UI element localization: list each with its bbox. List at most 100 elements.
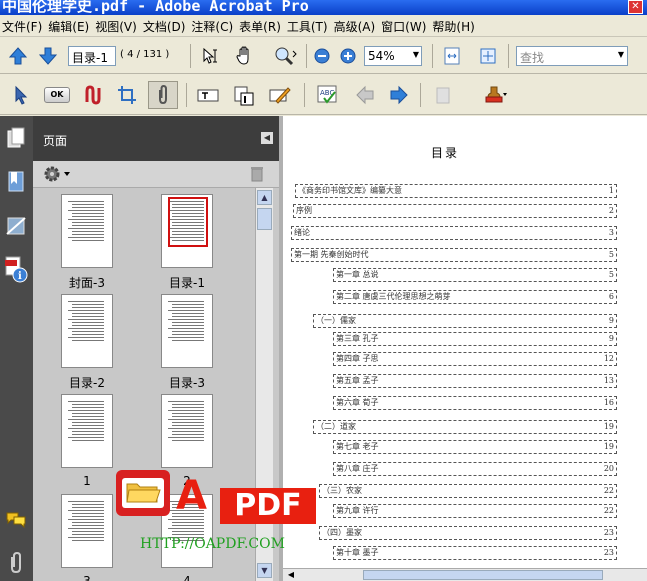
toc-entry[interactable]: 绪论 3 [291, 226, 617, 240]
fit-width-button[interactable] [476, 45, 500, 67]
toc-entry-page: 2 [608, 206, 614, 215]
toc-entry-text: 第一章 总说 [336, 270, 379, 279]
toc-entry-page: 19 [603, 422, 614, 431]
tools-toolbar: OK ABC [0, 75, 647, 115]
zoom-level-field[interactable]: 54% ▼ [364, 46, 422, 66]
menu-document[interactable]: 文档(D) [141, 15, 190, 35]
toc-entry[interactable]: 序例 2 [293, 204, 617, 218]
toc-entry[interactable]: （一）儒家 9 [313, 314, 617, 328]
link-tool-button[interactable] [80, 83, 106, 107]
menu-help[interactable]: 帮助(H) [430, 15, 478, 35]
attachments-panel-button[interactable] [4, 550, 28, 576]
zoom-out-button[interactable] [313, 47, 331, 65]
bookmark-icon [8, 171, 24, 192]
menu-window[interactable]: 窗口(W) [379, 15, 430, 35]
pencil-edit-icon [269, 87, 291, 104]
fit-page-button[interactable] [440, 45, 464, 67]
bookmarks-panel-button[interactable] [4, 168, 28, 196]
hscroll-thumb[interactable] [363, 570, 603, 580]
close-icon[interactable]: ✕ [628, 0, 643, 14]
toc-entry-page: 16 [603, 398, 614, 407]
comments-panel-button[interactable] [4, 508, 28, 532]
toc-entry[interactable]: 第四章 子思 12 [333, 352, 617, 366]
signatures-panel-button[interactable] [4, 212, 28, 240]
options-button[interactable] [41, 164, 73, 184]
toc-entry[interactable]: （四）墨家 23 [319, 526, 617, 540]
thumbnail-label: 目录-3 [169, 376, 205, 390]
page-thumbnail[interactable] [161, 294, 213, 368]
toc-entry[interactable]: 第九章 许行 22 [333, 504, 617, 518]
signature-icon [6, 217, 26, 235]
toc-entry-text: 第三章 孔子 [336, 334, 379, 343]
attach-tool-button[interactable] [148, 81, 178, 109]
separator [432, 44, 433, 68]
toc-entry-page: 23 [603, 548, 614, 557]
text-field-button[interactable] [194, 83, 222, 107]
menu-view[interactable]: 视图(V) [93, 15, 141, 35]
toc-entry[interactable]: 第三章 孔子 9 [333, 332, 617, 346]
text-field-icon [197, 89, 219, 102]
previous-view-button[interactable] [352, 83, 378, 107]
zoom-in-button[interactable] [339, 47, 357, 65]
select-tool-button[interactable] [198, 45, 224, 67]
page-thumbnail[interactable] [61, 394, 113, 468]
zoom-tool-button[interactable] [270, 45, 300, 67]
toc-entry[interactable]: 第六章 荀子 16 [333, 396, 617, 410]
toc-entry[interactable]: 第二章 唐虞三代伦理思想之萌芽 6 [333, 290, 617, 304]
chevron-down-icon[interactable]: ▼ [618, 50, 624, 59]
menu-forms[interactable]: 表单(R) [237, 15, 285, 35]
zoom-marquee-icon [275, 47, 297, 66]
previous-page-button[interactable] [6, 45, 30, 67]
menu-file[interactable]: 文件(F) [0, 15, 46, 35]
arrow-left-icon [356, 85, 374, 105]
pages-panel-button[interactable] [4, 124, 28, 152]
scroll-left-icon[interactable]: ◀ [285, 569, 297, 581]
toc-entry-text: 第八章 庄子 [336, 464, 379, 473]
toc-entry[interactable]: 第五章 孟子 13 [333, 374, 617, 388]
toc-entry[interactable]: 第一章 总说 5 [333, 268, 617, 282]
menu-tools[interactable]: 工具(T) [285, 15, 332, 35]
page-thumbnail[interactable] [161, 394, 213, 468]
toc-entry[interactable]: （三）农家 22 [319, 484, 617, 498]
chevron-down-icon[interactable]: ▼ [413, 50, 419, 59]
menu-comments[interactable]: 注释(C) [189, 15, 237, 35]
document-info-button[interactable]: i [2, 254, 30, 286]
next-view-button[interactable] [386, 83, 412, 107]
text-box-button[interactable] [230, 81, 258, 109]
menu-edit[interactable]: 编辑(E) [46, 15, 93, 35]
scroll-up-icon[interactable]: ▲ [257, 190, 272, 205]
link-icon [85, 85, 101, 105]
toc-entry[interactable]: 《商务印书馆文库》编纂大意 1 [295, 184, 617, 198]
page-thumbnail[interactable] [61, 294, 113, 368]
text-box-icon [234, 86, 254, 106]
toc-entry-text: （二）道家 [316, 422, 356, 431]
toc-entry[interactable]: （二）道家 19 [313, 420, 617, 434]
spell-check-button[interactable]: ABC [314, 83, 342, 107]
crop-tool-button[interactable] [114, 83, 140, 107]
document-hscrollbar[interactable]: ◀ [283, 568, 647, 581]
search-input[interactable]: 查找 ▼ [516, 46, 628, 66]
full-screen-icon [480, 48, 496, 64]
next-page-button[interactable] [36, 45, 60, 67]
page-thumbnail[interactable] [61, 194, 113, 268]
delete-pages-button[interactable] [247, 164, 267, 184]
stamp-tool-button[interactable] [478, 82, 512, 108]
page-thumbnail[interactable] [61, 494, 113, 568]
toc-entry[interactable]: 第七章 老子 19 [333, 440, 617, 454]
toc-entry[interactable]: 第八章 庄子 20 [333, 462, 617, 476]
hand-tool-button[interactable] [232, 45, 258, 67]
toc-entry[interactable]: 第一期 先秦创始时代 5 [291, 248, 617, 262]
toc-entry[interactable]: 第十章 墨子 23 [333, 546, 617, 560]
panel-header: 页面 ◀ [33, 116, 279, 161]
page-number-input[interactable]: 目录-1 [68, 46, 116, 66]
page-counter: ( 4 / 131 ) [120, 49, 170, 60]
rotate-button[interactable] [430, 83, 456, 107]
touchup-text-button[interactable] [266, 83, 294, 107]
button-tool-button[interactable]: OK [42, 84, 72, 106]
select-object-button[interactable] [8, 83, 34, 107]
scroll-thumb[interactable] [257, 208, 272, 230]
menu-advanced[interactable]: 高级(A) [332, 15, 380, 35]
page-thumbnail[interactable] [161, 194, 213, 268]
toc-entry-page: 9 [608, 334, 614, 343]
collapse-panel-icon[interactable]: ◀ [261, 132, 273, 144]
